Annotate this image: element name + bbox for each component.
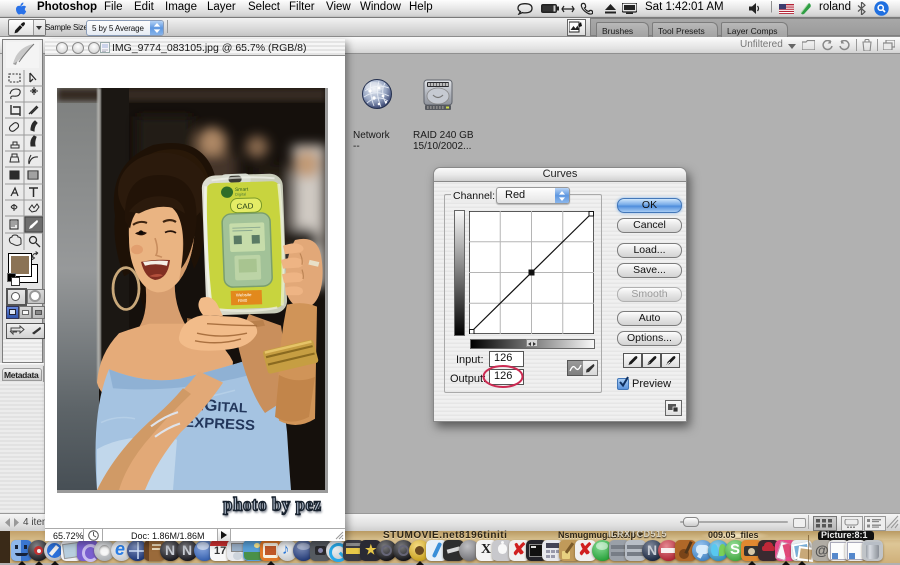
svg-text:Digital: Digital [235,191,246,196]
svg-text:CAD: CAD [236,202,254,211]
svg-text:Website: Website [236,292,253,297]
svg-text:RM0: RM0 [238,298,248,303]
